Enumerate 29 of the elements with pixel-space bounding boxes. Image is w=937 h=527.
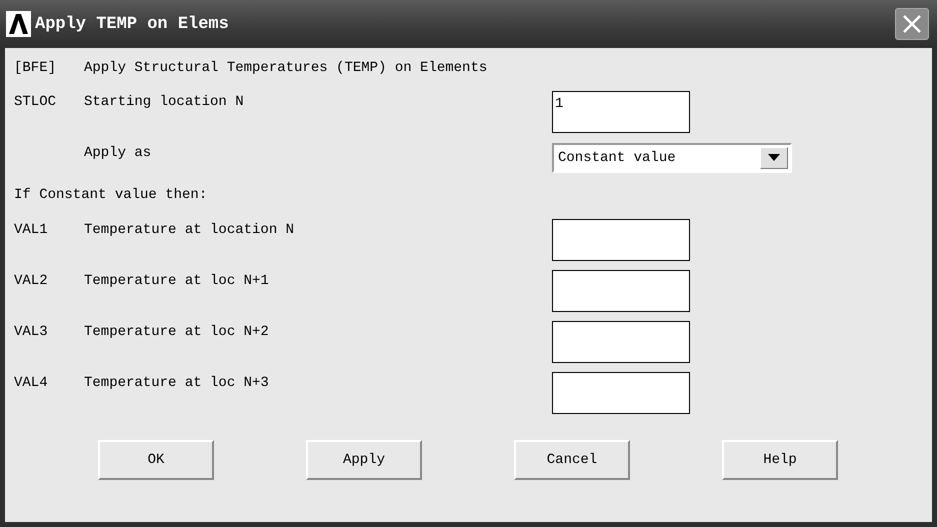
field-label: Temperature at loc N+1 xyxy=(84,273,269,289)
dialog-button[interactable]: OK xyxy=(98,440,214,480)
section-heading: If Constant value then: xyxy=(14,187,208,203)
parameter-code: VAL3 xyxy=(14,324,48,340)
input-field[interactable] xyxy=(552,219,690,261)
parameter-code: VAL2 xyxy=(14,273,48,289)
input-field[interactable] xyxy=(552,372,690,414)
field-label: Temperature at loc N+3 xyxy=(84,375,269,391)
field-label: Starting location N xyxy=(84,94,244,110)
logo-icon xyxy=(6,11,31,37)
command-description: Apply Structural Temperatures (TEMP) on Elements xyxy=(84,60,488,76)
dialog-button[interactable]: Apply xyxy=(306,440,422,480)
input-field[interactable] xyxy=(552,321,690,363)
field-label: Temperature at location N xyxy=(84,222,294,238)
window-title: Apply TEMP on Elems xyxy=(35,14,230,34)
input-field[interactable] xyxy=(552,270,690,312)
parameter-code: VAL4 xyxy=(14,375,48,391)
field-label: Temperature at loc N+2 xyxy=(84,324,269,340)
parameter-code: STLOC xyxy=(14,94,56,110)
close-button[interactable] xyxy=(895,8,929,40)
dialog-button[interactable]: Cancel xyxy=(514,440,630,480)
field-label: Apply as xyxy=(84,145,152,161)
close-icon xyxy=(901,13,923,35)
parameter-code: VAL1 xyxy=(14,222,48,238)
dialog-button[interactable]: Help xyxy=(722,440,838,480)
dropdown[interactable]: Constant value xyxy=(552,143,792,173)
caret-icon xyxy=(768,154,780,162)
command-code: [BFE] xyxy=(14,60,58,76)
input-field[interactable]: 1 xyxy=(552,91,690,133)
